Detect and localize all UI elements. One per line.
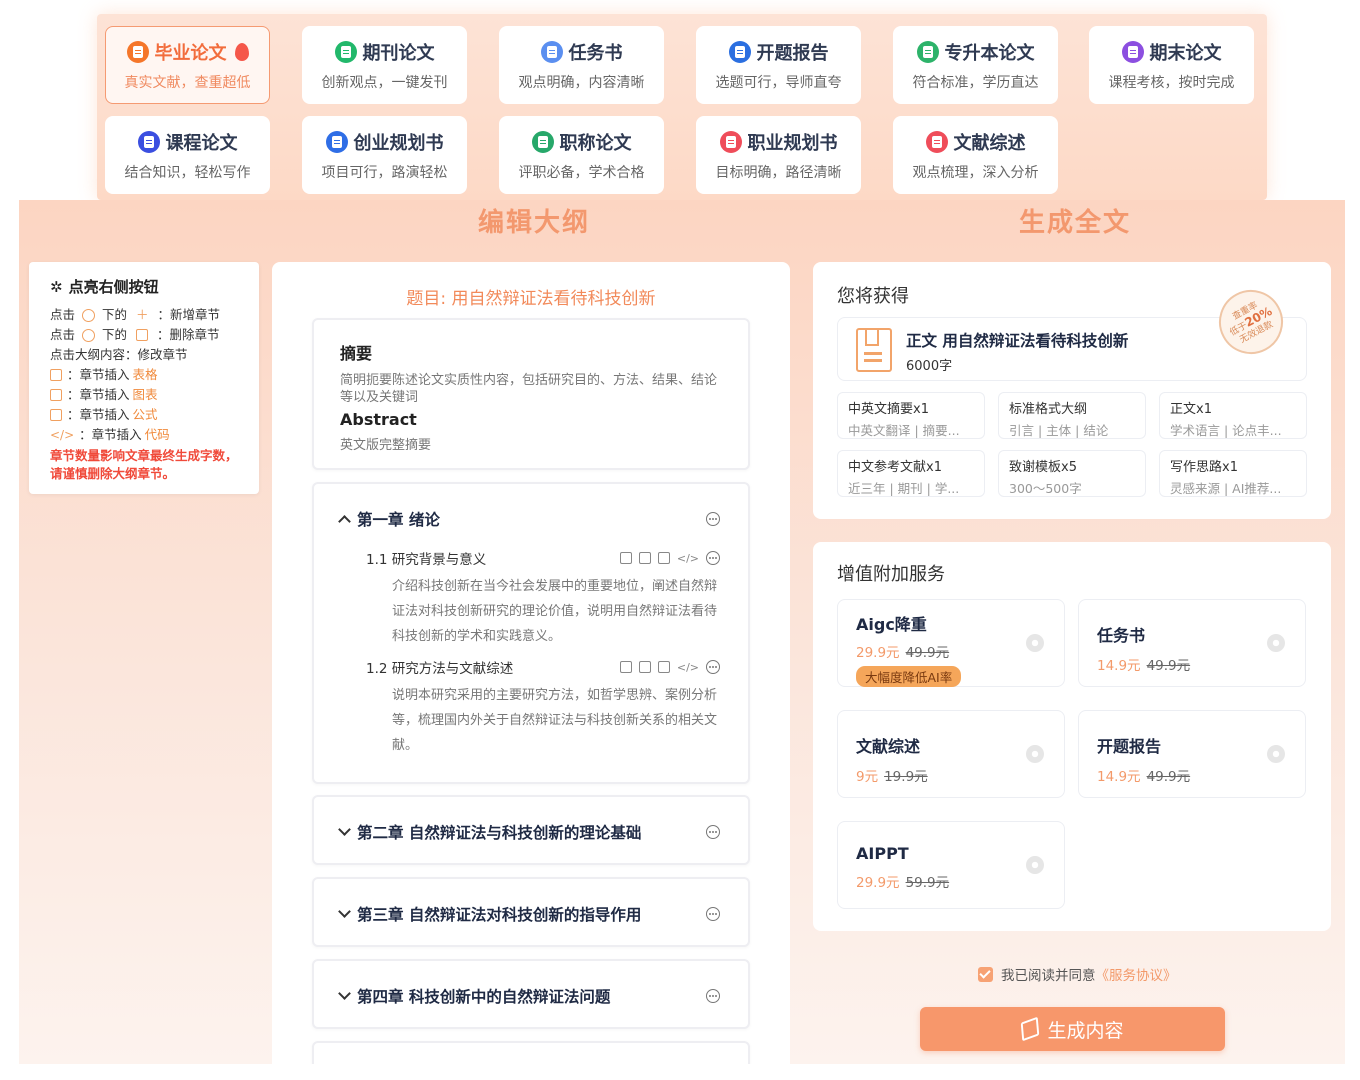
service-agreement-link[interactable]: 《服务协议》 [1096,968,1177,984]
document-icon [334,40,357,63]
chart-icon[interactable] [638,552,651,564]
doc-type-task-book[interactable]: 任务书 观点明确，内容清晰 [499,26,664,104]
code-icon[interactable]: </> [677,552,699,565]
chapter-card-4[interactable]: 第四章 科技创新中的自然辩证法问题 [312,959,750,1029]
sparkle-icon: ✲ [50,277,63,296]
chevron-down-icon[interactable] [338,987,351,1000]
chapter-card-1[interactable]: 第一章 绪论 1.1 研究背景与意义 </> 介绍科技创新在当今社会发展中的重要… [312,482,750,784]
deliverable-item: 中英文摘要x1 中英文翻译 | 摘要... [837,392,985,439]
course-icon [137,130,160,153]
doc-type-graduation-thesis[interactable]: 毕业论文 真实文献，查重超低 [105,26,270,104]
chart-icon [50,389,62,401]
book-icon [126,40,149,63]
tip-delete: 点击 下的 ：删除章节 [50,327,220,342]
table-icon[interactable] [619,661,632,673]
tips-box: ✲ 点亮右侧按钮 点击 下的＋：新增章节 点击 下的 ：删除章节 点击大纲内容：修改章节… [29,262,259,494]
formula-icon [50,409,62,421]
report-icon [728,40,751,63]
doc-type-literature-review[interactable]: 文献综述 观点梳理，深入分析 [893,116,1058,194]
chart-icon[interactable] [638,661,651,673]
chevron-up-icon[interactable] [338,514,351,528]
section-1-1[interactable]: 1.1 研究背景与意义 </> [366,548,720,568]
trash-icon [136,329,149,341]
task-icon [540,40,563,63]
abstract-card[interactable]: 摘要 简明扼要陈述论文实质性内容，包括研究目的、方法、结果、结论等以及关键词 A… [312,318,750,470]
chevron-down-icon[interactable] [338,905,351,918]
outline-panel: 题目: 用自然辩证法看待科技创新 摘要 简明扼要陈述论文实质性内容，包括研究目的… [272,262,790,1064]
page: 毕业论文 真实文献，查重超低 期刊论文 创新观点，一键发刊 任务书 观点明确，内… [0,0,1360,1080]
outline-topic[interactable]: 题目: 用自然辩证法看待科技创新 [272,284,790,309]
section-1-2[interactable]: 1.2 研究方法与文献综述 </> [366,657,720,677]
formula-icon[interactable] [657,552,670,564]
tips-warning: 章节数量影响文章最终生成字数，请谨慎删除大纲章节。 [50,448,238,481]
tip-code: </> ：章节插入 代码 [50,425,249,445]
agreement-row: 我已阅读并同意《服务协议》 [978,964,1177,984]
service-radio[interactable] [1267,745,1285,763]
document-icon [1121,40,1144,63]
document-icon [856,328,892,372]
more-icon[interactable] [706,512,720,526]
chevron-down-icon[interactable] [338,823,351,836]
doc-type-proposal-report[interactable]: 开题报告 选题可行，导师直夸 [696,26,861,104]
service-radio[interactable] [1026,745,1044,763]
generate-button[interactable]: 生成内容 [920,1007,1225,1051]
service-aippt[interactable]: AIPPT 29.9元 59.9元 [837,821,1065,909]
more-icon[interactable] [706,989,720,1003]
service-radio[interactable] [1026,856,1044,874]
code-icon: </> [50,428,75,442]
tip-add: 点击 下的＋：新增章节 [50,305,249,325]
section-title-outline: 编辑大纲 [478,208,591,238]
section-title-fulltext: 生成全文 [1019,208,1132,238]
tip-table: ：章节插入 表格 [50,365,249,385]
certificate-icon [531,130,554,153]
code-icon[interactable]: </> [677,661,699,674]
tip-edit: 点击大纲内容：修改章节 [50,347,188,362]
table-icon[interactable] [619,552,632,564]
more-icon [82,328,96,342]
plus-icon: ＋ [136,307,149,322]
table-icon [50,369,62,381]
more-icon[interactable] [706,907,720,921]
chapter-card-2[interactable]: 第二章 自然辩证法与科技创新的理论基础 [312,795,750,865]
tip-formula: ：章节插入 公式 [50,405,249,425]
book-open-icon [916,40,939,63]
deliverable-item: 致谢模板x5 300～500字 [998,450,1146,497]
service-task-book[interactable]: 任务书 14.9元 49.9元 [1078,599,1306,687]
service-aigc[interactable]: Aigc降重 29.9元 49.9元 大幅度降低AI率 [837,599,1065,687]
send-icon [1021,1016,1040,1042]
tip-chart: ：章节插入 图表 [50,385,249,405]
service-literature-review[interactable]: 文献综述 9元 19.9元 [837,710,1065,798]
fire-icon [234,42,249,61]
services-card: 增值附加服务 Aigc降重 29.9元 49.9元 大幅度降低AI率 任务书 14… [813,542,1331,931]
career-icon [719,130,742,153]
service-proposal-report[interactable]: 开题报告 14.9元 49.9元 [1078,710,1306,798]
deliverable-item: 中文参考文献x1 近三年 | 期刊 | 学... [837,450,985,497]
doc-type-course-paper[interactable]: 课程论文 结合知识，轻松写作 [105,116,270,194]
more-icon[interactable] [706,551,720,565]
doc-type-journal-paper[interactable]: 期刊论文 创新观点，一键发刊 [302,26,467,104]
formula-icon[interactable] [657,661,670,673]
doc-type-final-paper[interactable]: 期末论文 课程考核，按时完成 [1089,26,1254,104]
chapter-card-3[interactable]: 第三章 自然辩证法对科技创新的指导作用 [312,877,750,947]
doc-type-panel: 毕业论文 真实文献，查重超低 期刊论文 创新观点，一键发刊 任务书 观点明确，内… [97,14,1267,200]
deliverables-card: 您将获得 正文 用自然辩证法看待科技创新 6000字 查重率 低于20% 无效退… [813,262,1331,519]
service-radio[interactable] [1267,634,1285,652]
more-icon [82,308,96,322]
doc-type-title-paper[interactable]: 职称论文 评职必备，学术合格 [499,116,664,194]
review-icon [925,130,948,153]
more-icon[interactable] [706,825,720,839]
chapter-card-5[interactable] [312,1041,750,1064]
agree-checkbox[interactable] [978,966,993,982]
deliverable-item: 正文x1 学术语言 | 论点丰... [1159,392,1307,439]
service-radio[interactable] [1026,634,1044,652]
more-icon[interactable] [706,660,720,674]
deliverable-item: 标准格式大纲 引言 | 主体 | 结论 [998,392,1146,439]
plan-icon [325,130,348,153]
doc-type-business-plan[interactable]: 创业规划书 项目可行，路演轻松 [302,116,467,194]
doc-type-upgrade-thesis[interactable]: 专升本论文 符合标准，学历直达 [893,26,1058,104]
doc-type-career-plan[interactable]: 职业规划书 目标明确，路径清晰 [696,116,861,194]
deliverable-item: 写作思路x1 灵感来源 | AI推荐... [1159,450,1307,497]
